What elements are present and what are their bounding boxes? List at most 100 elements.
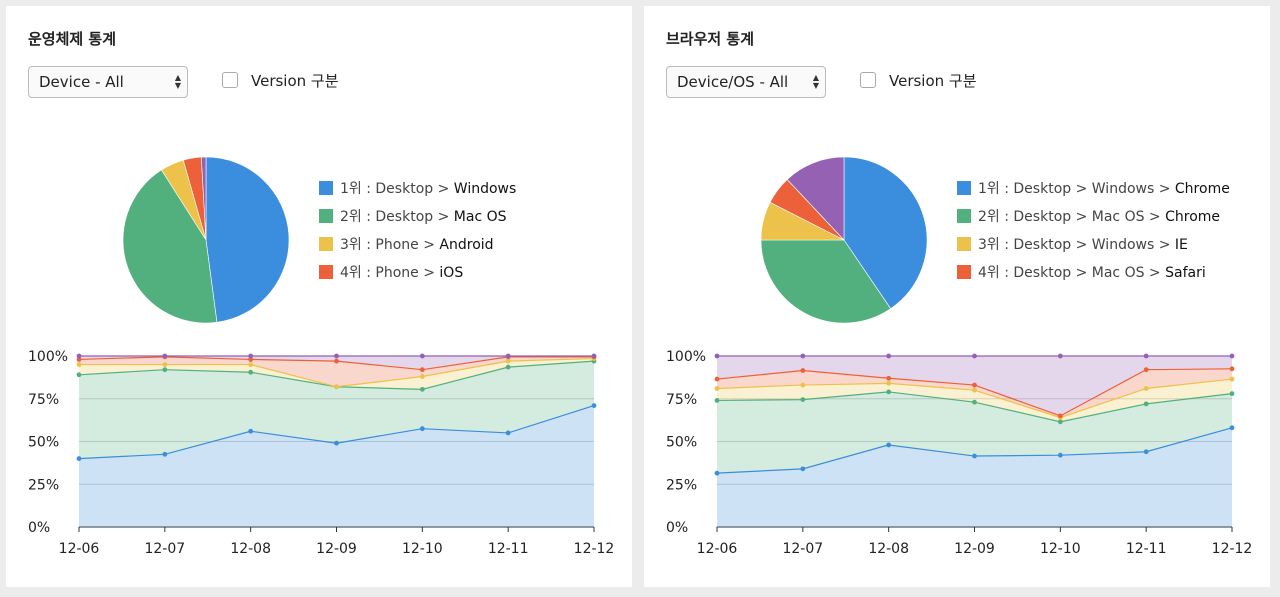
data-point bbox=[800, 353, 806, 359]
panel-title: 브라우저 통계 bbox=[666, 30, 755, 48]
data-point bbox=[334, 358, 339, 364]
x-tick-label: 12-07 bbox=[782, 541, 823, 557]
legend-rank: 2위 : Desktop > bbox=[340, 209, 454, 225]
data-point bbox=[714, 353, 720, 359]
legend-swatch bbox=[319, 181, 333, 195]
y-tick-label: 0% bbox=[666, 520, 688, 536]
legend-swatch bbox=[319, 265, 333, 279]
legend-rank: 1위 : Desktop > Windows > bbox=[978, 181, 1175, 197]
data-point bbox=[886, 380, 892, 386]
y-tick-label: 100% bbox=[666, 349, 706, 365]
data-point bbox=[972, 353, 977, 359]
data-point bbox=[76, 456, 82, 461]
device-select[interactable]: Device - All ▲ ▼ bbox=[28, 66, 188, 98]
data-point bbox=[1057, 413, 1063, 419]
version-checkbox-label: Version 구분 bbox=[251, 72, 339, 90]
data-point bbox=[800, 397, 806, 403]
x-tick-label: 12-12 bbox=[574, 541, 615, 557]
data-point bbox=[76, 362, 82, 367]
data-point bbox=[419, 426, 425, 432]
y-tick-label: 100% bbox=[28, 349, 68, 365]
select-value: Device - All bbox=[39, 73, 124, 91]
x-tick-label: 12-10 bbox=[1040, 541, 1081, 557]
x-tick-label: 12-08 bbox=[230, 541, 271, 557]
data-point bbox=[1229, 376, 1235, 382]
x-tick-label: 12-06 bbox=[59, 541, 100, 557]
data-point bbox=[714, 376, 720, 382]
legend-name: Safari bbox=[1165, 265, 1206, 281]
data-point bbox=[886, 353, 892, 359]
legend-swatch bbox=[957, 181, 971, 195]
data-point bbox=[972, 399, 977, 405]
legend-item: 1위 : Desktop > Windows bbox=[319, 174, 516, 202]
legend-name: Mac OS bbox=[453, 209, 507, 225]
pie-legend: 1위 : Desktop > Windows > Chrome 2위 : Des… bbox=[957, 174, 1230, 286]
data-point bbox=[505, 430, 511, 436]
legend-swatch bbox=[957, 209, 971, 223]
legend-item: 4위 : Phone > iOS bbox=[319, 258, 516, 286]
y-tick-label: 75% bbox=[28, 392, 59, 408]
pie-chart bbox=[760, 156, 928, 324]
data-point bbox=[1229, 425, 1235, 431]
legend-name: Android bbox=[439, 237, 494, 253]
legend-name: Windows bbox=[453, 181, 517, 197]
data-point bbox=[419, 374, 425, 379]
select-value: Device/OS - All bbox=[677, 73, 789, 91]
data-point bbox=[334, 353, 339, 359]
legend-name: Chrome bbox=[1165, 209, 1221, 225]
legend-rank: 3위 : Phone > bbox=[340, 237, 440, 253]
data-point bbox=[591, 353, 597, 359]
legend-rank: 4위 : Desktop > Mac OS > bbox=[978, 265, 1166, 281]
x-tick-label: 12-09 bbox=[954, 541, 995, 557]
legend-swatch bbox=[957, 265, 971, 279]
data-point bbox=[1229, 366, 1235, 372]
select-arrows-icon: ▲ ▼ bbox=[174, 73, 181, 90]
device-os-select[interactable]: Device/OS - All ▲ ▼ bbox=[666, 66, 826, 98]
data-point bbox=[334, 440, 339, 446]
data-point bbox=[714, 470, 720, 476]
data-point bbox=[886, 375, 892, 381]
data-point bbox=[972, 453, 977, 459]
x-tick-label: 12-12 bbox=[1212, 541, 1253, 557]
browser-stats-panel: 브라우저 통계 Device/OS - All ▲ ▼ Version 구분 1위… bbox=[644, 6, 1270, 587]
data-point bbox=[714, 386, 720, 391]
y-tick-label: 50% bbox=[666, 435, 697, 451]
data-point bbox=[505, 358, 511, 364]
y-tick-label: 50% bbox=[28, 435, 59, 451]
x-tick-label: 12-07 bbox=[144, 541, 185, 557]
legend-rank: 3위 : Desktop > Windows > bbox=[978, 237, 1175, 253]
data-point bbox=[248, 353, 254, 359]
data-point bbox=[1143, 367, 1149, 373]
data-point bbox=[419, 386, 425, 392]
x-tick-label: 12-06 bbox=[697, 541, 738, 557]
data-point bbox=[800, 466, 806, 472]
pie-legend: 1위 : Desktop > Windows 2위 : Desktop > Ma… bbox=[319, 174, 516, 286]
data-point bbox=[505, 353, 511, 359]
data-point bbox=[1057, 452, 1063, 458]
legend-swatch bbox=[957, 237, 971, 251]
data-point bbox=[886, 442, 892, 448]
data-point bbox=[800, 382, 806, 388]
x-tick-label: 12-11 bbox=[488, 541, 529, 557]
data-point bbox=[1229, 353, 1235, 359]
y-tick-label: 25% bbox=[666, 477, 697, 493]
data-point bbox=[76, 353, 82, 359]
data-point bbox=[1057, 353, 1063, 359]
pie-chart bbox=[122, 156, 290, 324]
data-point bbox=[886, 389, 892, 395]
legend-item: 3위 : Phone > Android bbox=[319, 230, 516, 258]
y-tick-label: 0% bbox=[28, 520, 50, 536]
x-tick-label: 12-10 bbox=[402, 541, 443, 557]
version-checkbox[interactable] bbox=[860, 72, 876, 88]
data-point bbox=[248, 362, 254, 367]
data-point bbox=[591, 403, 597, 408]
legend-item: 2위 : Desktop > Mac OS > Chrome bbox=[957, 202, 1230, 230]
data-point bbox=[419, 353, 425, 359]
legend-item: 3위 : Desktop > Windows > IE bbox=[957, 230, 1230, 258]
data-point bbox=[1143, 401, 1149, 407]
data-point bbox=[162, 451, 168, 457]
data-point bbox=[76, 372, 82, 378]
data-point bbox=[419, 367, 425, 373]
x-tick-label: 12-09 bbox=[316, 541, 357, 557]
version-checkbox[interactable] bbox=[222, 72, 238, 88]
